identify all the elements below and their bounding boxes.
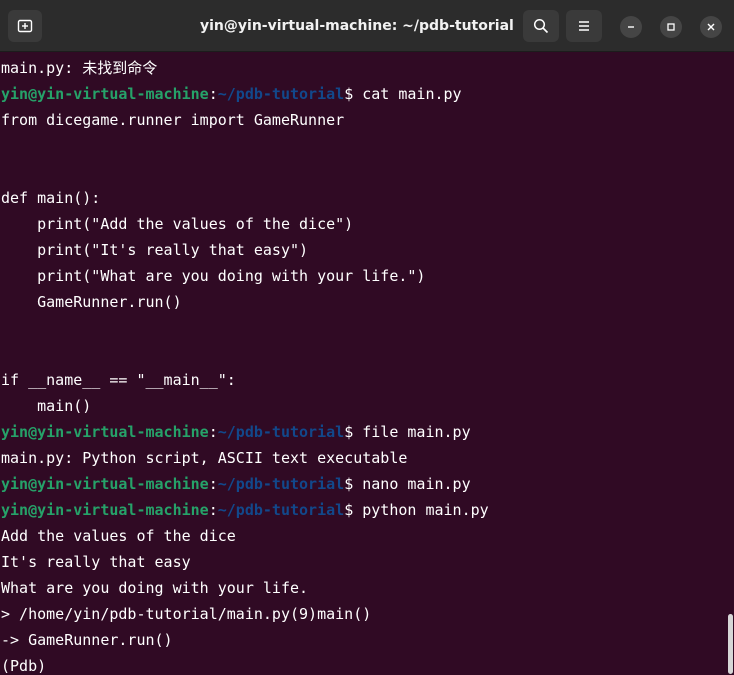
output-line: def main(): xyxy=(0,185,720,211)
output-text: print("It's really that easy") xyxy=(1,241,309,259)
output-line: main.py: Python script, ASCII text execu… xyxy=(0,445,720,471)
prompt-user: yin@yin-virtual-machine xyxy=(1,501,209,519)
output-text: What are you doing with your life. xyxy=(1,579,309,597)
output-text: print("What are you doing with your life… xyxy=(1,267,426,285)
minimize-button[interactable] xyxy=(620,16,642,38)
output-text: main.py: 未找到命令 xyxy=(1,59,158,77)
prompt-symbol: $ xyxy=(344,85,363,103)
new-tab-icon xyxy=(17,19,33,33)
output-text: print("Add the values of the dice") xyxy=(1,215,354,233)
prompt-symbol: $ xyxy=(344,501,363,519)
title-bar: yin@yin-virtual-machine: ~/pdb-tutorial xyxy=(0,0,734,52)
output-text: GameRunner.run() xyxy=(1,293,182,311)
output-text: (Pdb) xyxy=(1,657,56,675)
output-text: Add the values of the dice xyxy=(1,527,236,545)
minimize-icon xyxy=(628,26,634,28)
output-text: It's really that easy xyxy=(1,553,191,571)
prompt-symbol: $ xyxy=(344,475,363,493)
output-line: main() xyxy=(0,393,720,419)
terminal-output[interactable]: main.py: 未找到命令 yin@yin-virtual-machine:~/… xyxy=(0,55,720,675)
terminal-window: yin@yin-virtual-machine: ~/pdb-tutorial xyxy=(0,0,734,675)
close-icon xyxy=(707,23,715,31)
prompt-user: yin@yin-virtual-machine xyxy=(1,475,209,493)
output-text: -> GameRunner.run() xyxy=(1,631,173,649)
hamburger-menu-icon xyxy=(579,21,589,31)
output-line: What are you doing with your life. xyxy=(0,575,720,601)
prompt-path: ~/pdb-tutorial xyxy=(217,423,345,441)
search-button[interactable] xyxy=(523,10,559,42)
prompt-user: yin@yin-virtual-machine xyxy=(1,423,209,441)
maximize-icon xyxy=(667,23,675,31)
output-line: from dicegame.runner import GameRunner xyxy=(0,107,720,133)
prompt-separator: : xyxy=(208,423,218,441)
prompt-path: ~/pdb-tutorial xyxy=(217,85,345,103)
output-line: print("What are you doing with your life… xyxy=(0,263,720,289)
prompt-line: yin@yin-virtual-machine:~/pdb-tutorial$ … xyxy=(0,497,720,523)
prompt-line: yin@yin-virtual-machine:~/pdb-tutorial$ … xyxy=(0,81,720,107)
command-text: python main.py xyxy=(362,501,489,519)
output-line: GameRunner.run() xyxy=(0,289,720,315)
command-text: cat main.py xyxy=(362,85,462,103)
menu-button[interactable] xyxy=(566,10,602,42)
output-line: It's really that easy xyxy=(0,549,720,575)
output-line: Add the values of the dice xyxy=(0,523,720,549)
output-text: main() xyxy=(1,397,92,415)
prompt-path: ~/pdb-tutorial xyxy=(217,475,345,493)
output-line: print("It's really that easy") xyxy=(0,237,720,263)
scrollbar[interactable] xyxy=(728,614,733,674)
output-line: if __name__ == "__main__": xyxy=(0,367,720,393)
prompt-path: ~/pdb-tutorial xyxy=(217,501,345,519)
prompt-separator: : xyxy=(208,475,218,493)
output-line: main.py: 未找到命令 xyxy=(0,55,720,81)
output-line: -> GameRunner.run() xyxy=(0,627,720,653)
output-text: def main(): xyxy=(1,189,101,207)
prompt-separator: : xyxy=(208,85,218,103)
output-text: if __name__ == "__main__": xyxy=(1,371,236,389)
close-button[interactable] xyxy=(700,16,722,38)
prompt-separator: : xyxy=(208,501,218,519)
window-title: yin@yin-virtual-machine: ~/pdb-tutorial xyxy=(200,18,514,34)
output-text: main.py: Python script, ASCII text execu… xyxy=(1,449,408,467)
output-line: > /home/yin/pdb-tutorial/main.py(9)main(… xyxy=(0,601,720,627)
prompt-user: yin@yin-virtual-machine xyxy=(1,85,209,103)
output-text: > /home/yin/pdb-tutorial/main.py(9)main(… xyxy=(1,605,372,623)
command-text: file main.py xyxy=(362,423,471,441)
prompt-symbol: $ xyxy=(344,423,363,441)
search-icon xyxy=(533,18,549,34)
output-text: from dicegame.runner import GameRunner xyxy=(1,111,345,129)
output-line: (Pdb) xyxy=(0,653,720,675)
prompt-line: yin@yin-virtual-machine:~/pdb-tutorial$ … xyxy=(0,471,720,497)
command-text: nano main.py xyxy=(362,475,471,493)
prompt-line: yin@yin-virtual-machine:~/pdb-tutorial$ … xyxy=(0,419,720,445)
output-line: print("Add the values of the dice") xyxy=(0,211,720,237)
new-tab-button[interactable] xyxy=(8,10,42,42)
maximize-button[interactable] xyxy=(660,16,682,38)
